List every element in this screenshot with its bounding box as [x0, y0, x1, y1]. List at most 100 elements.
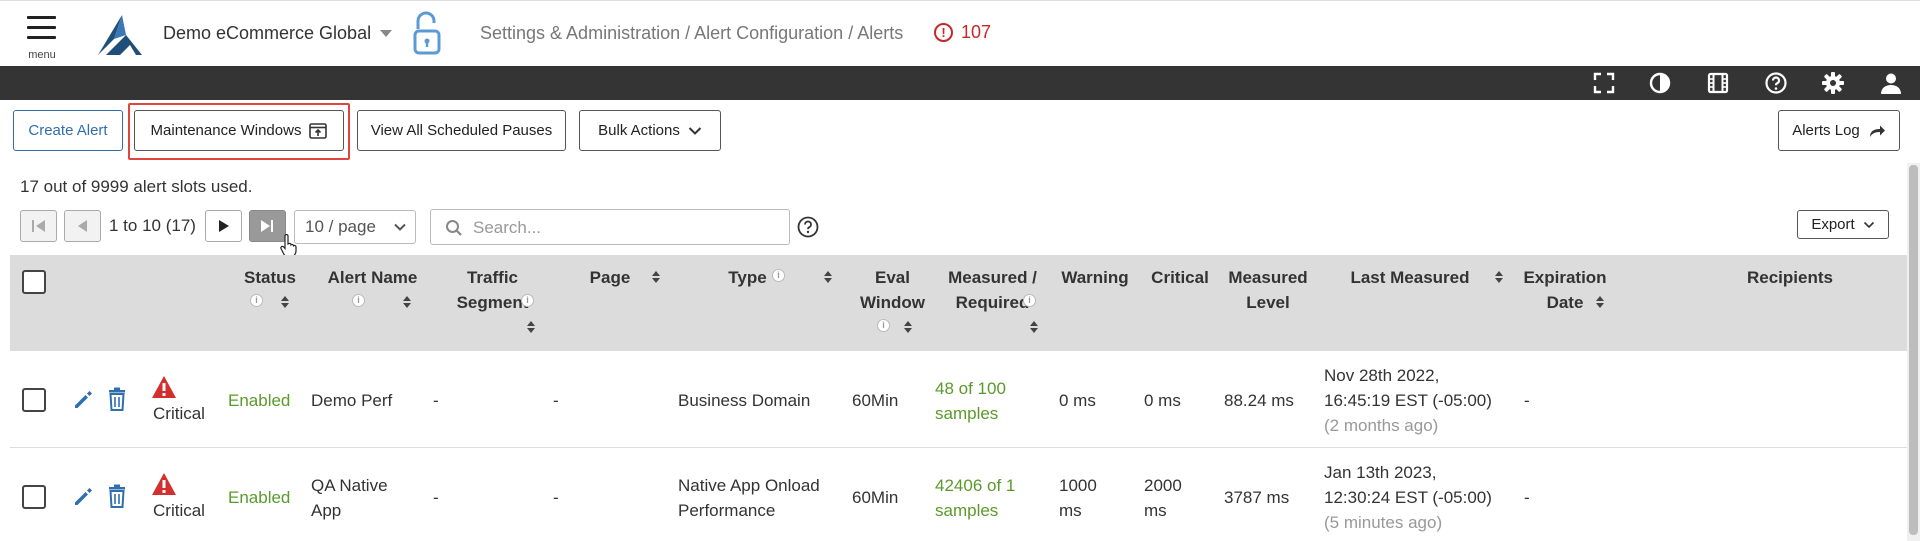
chevron-down-icon — [688, 126, 702, 135]
bulk-actions-button[interactable]: Bulk Actions — [579, 110, 721, 151]
row-checkbox[interactable] — [22, 485, 46, 509]
info-icon[interactable]: i — [877, 319, 890, 332]
export-button[interactable]: Export — [1797, 210, 1889, 239]
eval-window: 60Min — [852, 391, 899, 410]
scrollbar-thumb[interactable] — [1909, 165, 1918, 535]
sort-icon[interactable] — [652, 271, 660, 283]
last-measured: Nov 28th 2022, 16:45:19 EST (-05:00) (2 … — [1324, 363, 1492, 438]
measured-required-line2: samples — [935, 501, 999, 520]
column-header-traffic-segment[interactable]: Traffic Segment — [430, 265, 555, 315]
top-header: menu Demo eCommerce Global Settings & Ad… — [0, 0, 1920, 66]
help-icon[interactable] — [1764, 71, 1788, 95]
sort-icon[interactable] — [403, 296, 411, 308]
warning-threshold-line2: ms — [1059, 501, 1082, 520]
view-all-scheduled-pauses-button[interactable]: View All Scheduled Pauses — [357, 110, 566, 151]
edit-pencil-icon[interactable] — [72, 389, 94, 411]
previous-page-button[interactable] — [64, 210, 101, 242]
info-icon[interactable]: i — [1023, 294, 1036, 307]
alert-name-line2: App — [311, 501, 342, 520]
column-header-alert-name[interactable]: Alert Name — [310, 265, 435, 290]
alert-name[interactable]: QA Native App — [311, 473, 388, 523]
select-all-checkbox[interactable] — [22, 270, 46, 294]
alerts-log-button[interactable]: Alerts Log — [1778, 110, 1900, 151]
row-checkbox[interactable] — [22, 388, 46, 412]
bulk-actions-label: Bulk Actions — [598, 122, 680, 139]
create-alert-button[interactable]: Create Alert — [13, 110, 123, 151]
search-input[interactable] — [473, 216, 773, 240]
sort-icon[interactable] — [1030, 321, 1038, 333]
last-measured: Jan 13th 2023, 12:30:24 EST (-05:00) (5 … — [1324, 460, 1492, 535]
column-header-status[interactable]: Status — [230, 265, 310, 290]
info-icon[interactable]: i — [772, 269, 785, 282]
critical-threshold: 2000 ms — [1144, 473, 1182, 523]
alert-count-badge[interactable]: ! 107 — [934, 22, 991, 43]
info-icon[interactable]: i — [521, 294, 534, 307]
organization-dropdown-icon[interactable] — [380, 30, 392, 37]
unlocked-icon[interactable] — [410, 11, 446, 57]
column-header-measured-required[interactable]: Measured / Required — [935, 265, 1050, 315]
alert-name-line1: QA Native — [311, 476, 388, 495]
alerts-log-label: Alerts Log — [1792, 122, 1860, 139]
chevron-down-icon — [394, 223, 406, 231]
alert-type: Business Domain — [678, 388, 810, 413]
last-measured-date: Nov 28th 2022, — [1324, 366, 1440, 385]
gear-icon[interactable] — [1821, 71, 1845, 95]
menu-button[interactable]: menu — [20, 13, 64, 61]
page-size-value: 10 / page — [305, 217, 376, 236]
measured-level: 3787 ms — [1224, 488, 1290, 507]
view-all-scheduled-pauses-label: View All Scheduled Pauses — [370, 122, 553, 139]
film-icon[interactable] — [1706, 71, 1730, 95]
sort-icon[interactable] — [824, 271, 832, 283]
next-page-button[interactable] — [205, 210, 242, 242]
alert-type-line2: Performance — [678, 501, 776, 520]
fullscreen-icon[interactable] — [1592, 71, 1616, 95]
column-header-type[interactable]: Type — [690, 265, 805, 290]
maintenance-windows-button[interactable]: Maintenance Windows — [134, 110, 344, 151]
measured-required-line1: 48 of 100 — [935, 379, 1006, 398]
last-measured-relative: (5 minutes ago) — [1324, 513, 1443, 532]
eval-window: 60Min — [852, 488, 899, 507]
vertical-scrollbar[interactable] — [1907, 163, 1920, 541]
column-header-eval-window-line2: Window — [860, 293, 925, 312]
column-header-eval-window-line1: Eval — [875, 268, 910, 287]
search-box — [430, 209, 790, 245]
sort-icon[interactable] — [281, 296, 289, 308]
pagination-range: 1 to 10 (17) — [109, 216, 196, 235]
breadcrumb: Settings & Administration / Alert Config… — [480, 23, 904, 43]
alert-name[interactable]: Demo Perf — [311, 388, 392, 413]
column-header-last-measured[interactable]: Last Measured — [1320, 265, 1500, 290]
sort-icon[interactable] — [1596, 296, 1604, 308]
status-badge: Enabled — [228, 488, 291, 507]
organization-name[interactable]: Demo eCommerce Global — [163, 23, 371, 44]
contrast-icon[interactable] — [1648, 71, 1672, 95]
page-size-select[interactable]: 10 / page — [294, 210, 416, 244]
measured-required: 48 of 100 samples — [935, 376, 1006, 426]
sort-icon[interactable] — [527, 321, 535, 333]
critical-threshold-line2: ms — [1144, 501, 1167, 520]
last-measured-time: 12:30:24 EST (-05:00) — [1324, 488, 1492, 507]
trash-icon[interactable] — [107, 484, 127, 508]
column-header-eval-window[interactable]: Eval Window — [845, 265, 940, 315]
column-header-warning[interactable]: Warning — [1050, 265, 1140, 290]
page-value: - — [553, 488, 559, 507]
user-icon[interactable] — [1879, 71, 1903, 95]
first-page-icon — [32, 220, 45, 232]
share-arrow-icon — [1869, 125, 1885, 137]
first-page-button[interactable] — [20, 210, 57, 242]
column-header-measured-required-line1: Measured / — [948, 268, 1037, 287]
trash-icon[interactable] — [107, 387, 127, 411]
next-page-icon — [219, 220, 229, 232]
measured-level: 88.24 ms — [1224, 391, 1294, 410]
column-header-measured-level[interactable]: Measured Level — [1218, 265, 1318, 315]
info-icon[interactable]: i — [250, 294, 263, 307]
traffic-segment: - — [433, 391, 439, 410]
info-icon[interactable]: i — [352, 294, 365, 307]
sort-icon[interactable] — [1495, 271, 1503, 283]
column-header-critical[interactable]: Critical — [1140, 265, 1220, 290]
warning-triangle-icon — [152, 376, 176, 398]
last-measured-time: 16:45:19 EST (-05:00) — [1324, 391, 1492, 410]
sort-icon[interactable] — [904, 321, 912, 333]
question-circle-icon[interactable] — [797, 216, 819, 238]
edit-pencil-icon[interactable] — [72, 486, 94, 508]
column-header-recipients[interactable]: Recipients — [1690, 265, 1890, 290]
